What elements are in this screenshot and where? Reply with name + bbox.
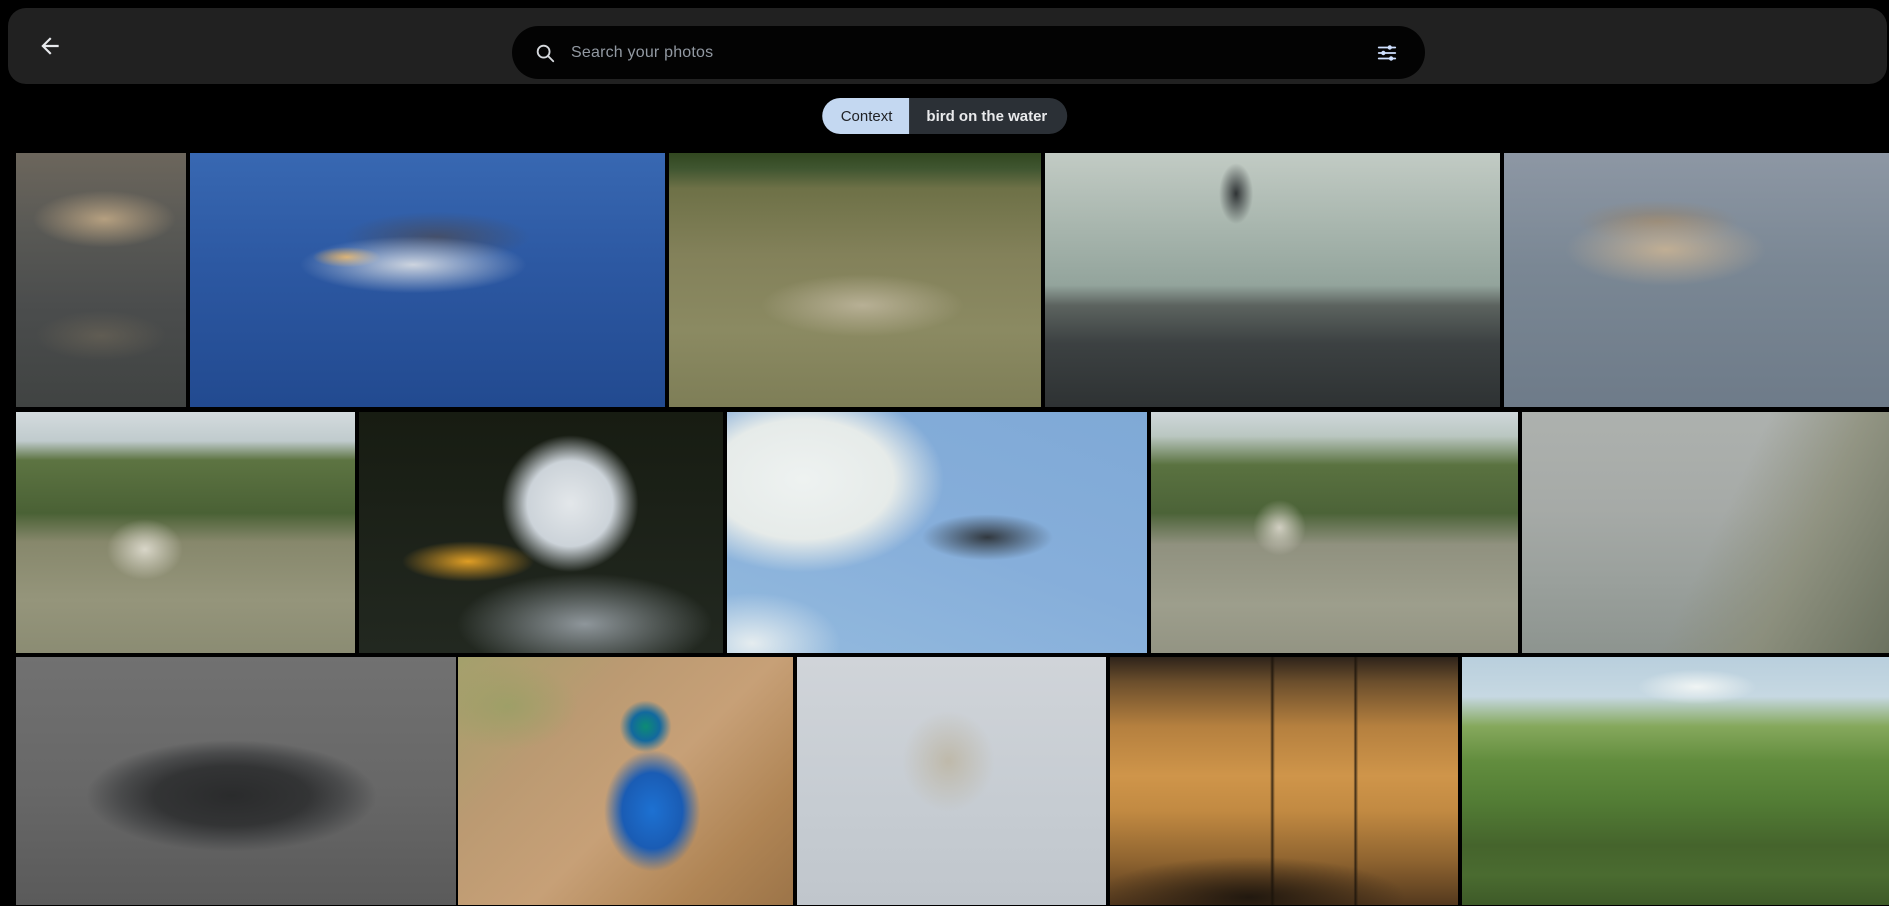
photo-thumbnail-black-sand-pile[interactable]: [16, 657, 456, 905]
photo-thumbnail-foggy-lake-reeds[interactable]: [1522, 412, 1889, 653]
arrow-left-icon: [37, 33, 63, 59]
photo-thumbnail-brown-pelican-swimming-green-water[interactable]: [669, 153, 1041, 407]
search-filters-button[interactable]: [1369, 35, 1405, 71]
search-bar[interactable]: [512, 26, 1425, 79]
photo-thumbnail-flamingo-preening-dark-water[interactable]: [16, 153, 186, 407]
photo-thumbnail-grey-heron-flying-blue-water[interactable]: [190, 153, 665, 407]
photo-search-page: Context bird on the water: [0, 0, 1889, 906]
photo-thumbnail-flamingo-wading-gray-water[interactable]: [1504, 153, 1889, 407]
photo-thumbnail-pelican-on-water-tree-shore[interactable]: [16, 412, 355, 653]
photo-thumbnail-person-standing-in-sea-pebble-beach[interactable]: [1045, 153, 1500, 407]
search-icon: [534, 42, 556, 64]
chip-context[interactable]: Context: [822, 98, 910, 134]
photo-thumbnail-sunset-dead-trees[interactable]: [1110, 657, 1458, 905]
photo-grid: [0, 0, 1889, 906]
search-input[interactable]: [571, 44, 1369, 62]
chip-search-query[interactable]: bird on the water: [909, 98, 1067, 134]
search-filter-chips: Context bird on the water: [822, 98, 1068, 134]
tune-sliders-icon: [1376, 42, 1398, 64]
photo-thumbnail-peacock-portrait[interactable]: [458, 657, 793, 905]
top-app-bar: [8, 8, 1887, 84]
photo-thumbnail-pelican-flying-cloudy-sky[interactable]: [727, 412, 1147, 653]
photo-thumbnail-hummingbird-on-twig[interactable]: [797, 657, 1106, 905]
back-button[interactable]: [26, 22, 74, 70]
photo-thumbnail-seagull-head-closeup[interactable]: [359, 412, 723, 653]
photo-thumbnail-green-lake-willow-trees[interactable]: [1462, 657, 1889, 905]
photo-thumbnail-pelican-on-driftwood-lake[interactable]: [1151, 412, 1518, 653]
